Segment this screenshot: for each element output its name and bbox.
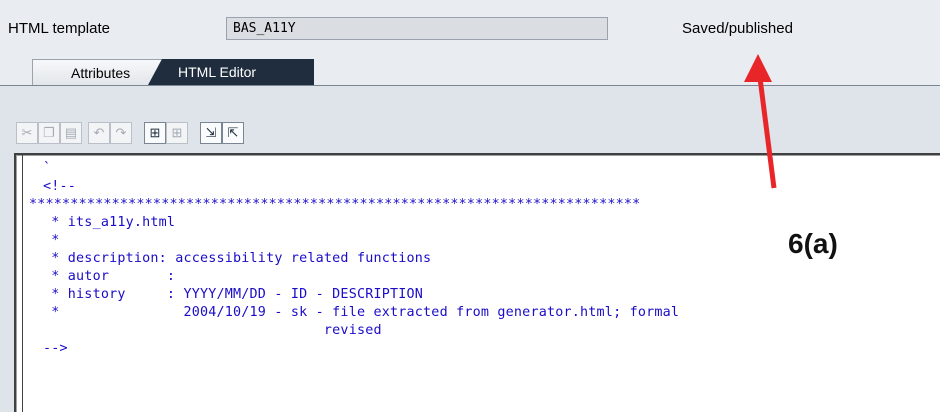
redo-icon[interactable]: ↷	[110, 122, 132, 144]
template-name-field[interactable]: BAS_A11Y	[226, 17, 608, 40]
code-line: * its_a11y.html	[43, 215, 176, 230]
code-line: * history : YYYY/MM/DD - ID - DESCRIPTIO…	[43, 287, 424, 302]
code-line: *	[43, 233, 60, 248]
tab-strip: Attributes HTML Editor	[0, 57, 940, 86]
code-line: revised	[43, 323, 382, 338]
code-line: `	[43, 161, 52, 176]
code-line: -->	[43, 341, 68, 356]
template-field-label: HTML template	[8, 20, 110, 37]
code-line: * 2004/10/19 - sk - file extracted from …	[43, 305, 680, 320]
export-icon[interactable]: ⇱	[222, 122, 244, 144]
find-icon[interactable]: ⊞	[144, 122, 166, 144]
code-line: ****************************************…	[29, 197, 641, 212]
code-line: <!--	[43, 179, 77, 194]
annotation-label: 6(a)	[788, 228, 838, 259]
header-area: HTML template BAS_A11Y Saved/published	[0, 0, 940, 57]
status-text: Saved/published	[682, 20, 793, 37]
find-next-icon[interactable]: ⊞	[166, 122, 188, 144]
editor-toolbar: ✂ ❐ ▤ ↶ ↷ ⊞ ⊞ ⇲ ⇱	[0, 86, 940, 152]
html-code-editor[interactable]: ` <!-- *********************************…	[14, 153, 940, 412]
tab-html-editor[interactable]: HTML Editor	[148, 59, 314, 85]
code-line: * autor :	[43, 269, 176, 284]
paste-icon[interactable]: ▤	[60, 122, 82, 144]
cut-icon[interactable]: ✂	[16, 122, 38, 144]
code-area[interactable]: ` <!-- *********************************…	[22, 155, 940, 412]
copy-icon[interactable]: ❐	[38, 122, 60, 144]
code-line: * description: accessibility related fun…	[43, 251, 432, 266]
undo-icon[interactable]: ↶	[88, 122, 110, 144]
import-icon[interactable]: ⇲	[200, 122, 222, 144]
